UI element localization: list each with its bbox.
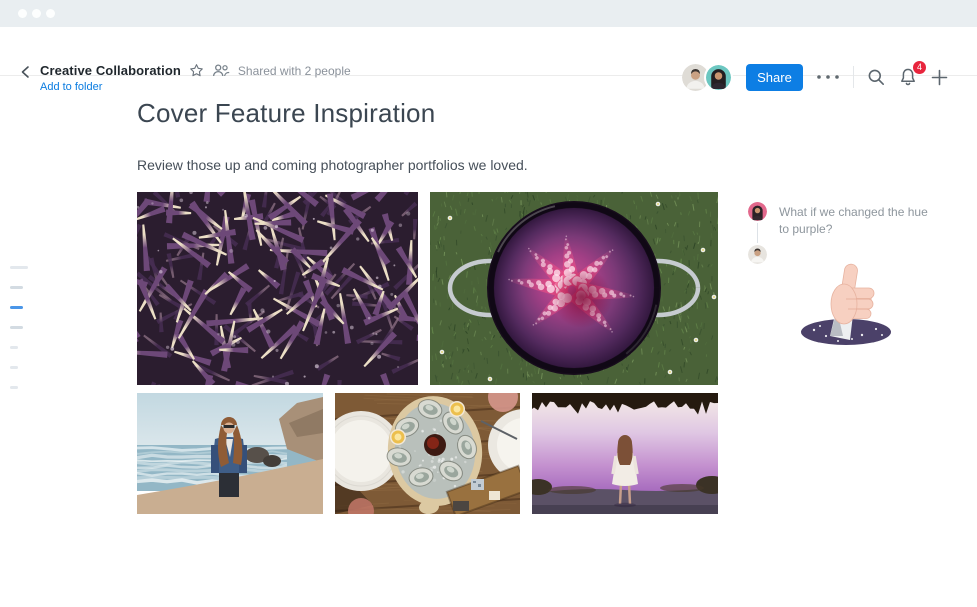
app-window: Creative Collaboration Shared with 2 peo… — [0, 0, 977, 607]
avatar[interactable] — [748, 202, 767, 221]
shared-people-button[interactable] — [212, 64, 230, 77]
image-beach-portrait[interactable] — [137, 393, 323, 514]
thumbs-up-sticker[interactable] — [790, 258, 898, 355]
add-to-folder-link[interactable]: Add to folder — [40, 81, 351, 93]
outline-line[interactable] — [10, 346, 18, 349]
image-sea-urchins[interactable] — [137, 192, 418, 385]
image-oyster-table[interactable] — [335, 393, 520, 514]
window-controls — [18, 9, 55, 18]
people-icon — [212, 64, 230, 77]
back-button[interactable] — [18, 64, 34, 80]
star-icon — [189, 63, 204, 78]
comment-text[interactable]: What if we changed the hue to purple? — [779, 204, 931, 239]
window-dot-icon — [32, 9, 41, 18]
more-options-button[interactable] — [816, 74, 840, 80]
avatar[interactable] — [704, 63, 733, 92]
comment-connector-line — [757, 223, 758, 243]
outline-line[interactable] — [10, 266, 28, 269]
image-octopus-pot[interactable] — [430, 192, 718, 385]
header-actions: Share 4 — [682, 63, 948, 91]
outline-line[interactable] — [10, 366, 18, 369]
outline-line[interactable] — [10, 386, 18, 389]
outline-line[interactable] — [10, 306, 23, 309]
notification-badge: 4 — [913, 61, 926, 74]
avatar[interactable] — [748, 245, 767, 264]
document-title-block: Creative Collaboration Shared with 2 peo… — [40, 63, 351, 93]
document-outline — [10, 266, 28, 406]
plus-icon — [931, 69, 948, 86]
image-grid-row-1 — [137, 192, 718, 385]
page-title[interactable]: Cover Feature Inspiration — [137, 98, 435, 129]
outline-line[interactable] — [10, 326, 23, 329]
app-header: Creative Collaboration Shared with 2 peo… — [0, 27, 977, 76]
window-titlebar — [0, 0, 977, 27]
window-dot-icon — [18, 9, 27, 18]
shared-status-label: Shared with 2 people — [238, 64, 351, 78]
notifications-button[interactable]: 4 — [898, 67, 918, 87]
ellipsis-icon — [816, 74, 840, 80]
collaborator-avatars — [682, 63, 733, 92]
header-divider — [853, 66, 854, 88]
new-doc-button[interactable] — [931, 69, 948, 86]
share-button[interactable]: Share — [746, 64, 803, 91]
chevron-left-icon — [18, 64, 34, 80]
window-dot-icon — [46, 9, 55, 18]
search-button[interactable] — [867, 68, 885, 86]
search-icon — [867, 68, 885, 86]
favorite-star-button[interactable] — [189, 63, 204, 78]
intro-paragraph[interactable]: Review those up and coming photographer … — [137, 157, 528, 173]
document-title: Creative Collaboration — [40, 63, 181, 78]
image-grid-row-2 — [137, 393, 718, 514]
outline-line[interactable] — [10, 286, 23, 289]
image-purple-sunset[interactable] — [532, 393, 718, 514]
